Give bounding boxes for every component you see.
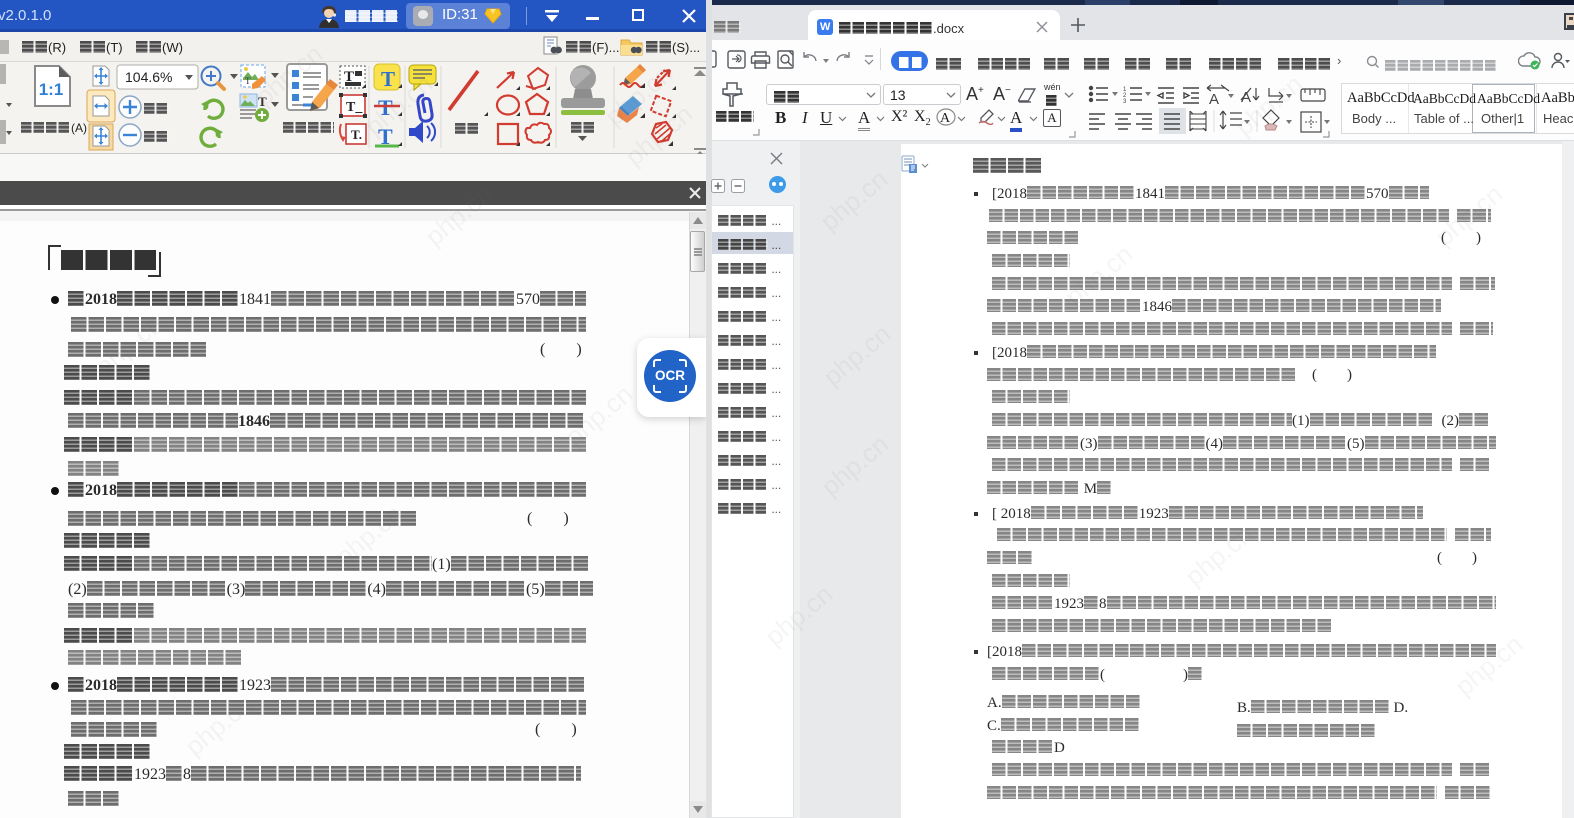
svg-text:T: T: [258, 94, 267, 109]
svg-text:T: T: [378, 95, 393, 120]
svg-text:104.6%: 104.6%: [125, 69, 172, 85]
svg-text:A: A: [1209, 91, 1219, 108]
svg-text:3: 3: [1123, 99, 1127, 105]
svg-text:T.: T.: [351, 127, 362, 142]
svg-text:1:1: 1:1: [39, 80, 64, 99]
svg-text:T: T: [381, 67, 395, 91]
svg-text:T_: T_: [346, 100, 363, 115]
svg-text:T: T: [245, 76, 251, 86]
